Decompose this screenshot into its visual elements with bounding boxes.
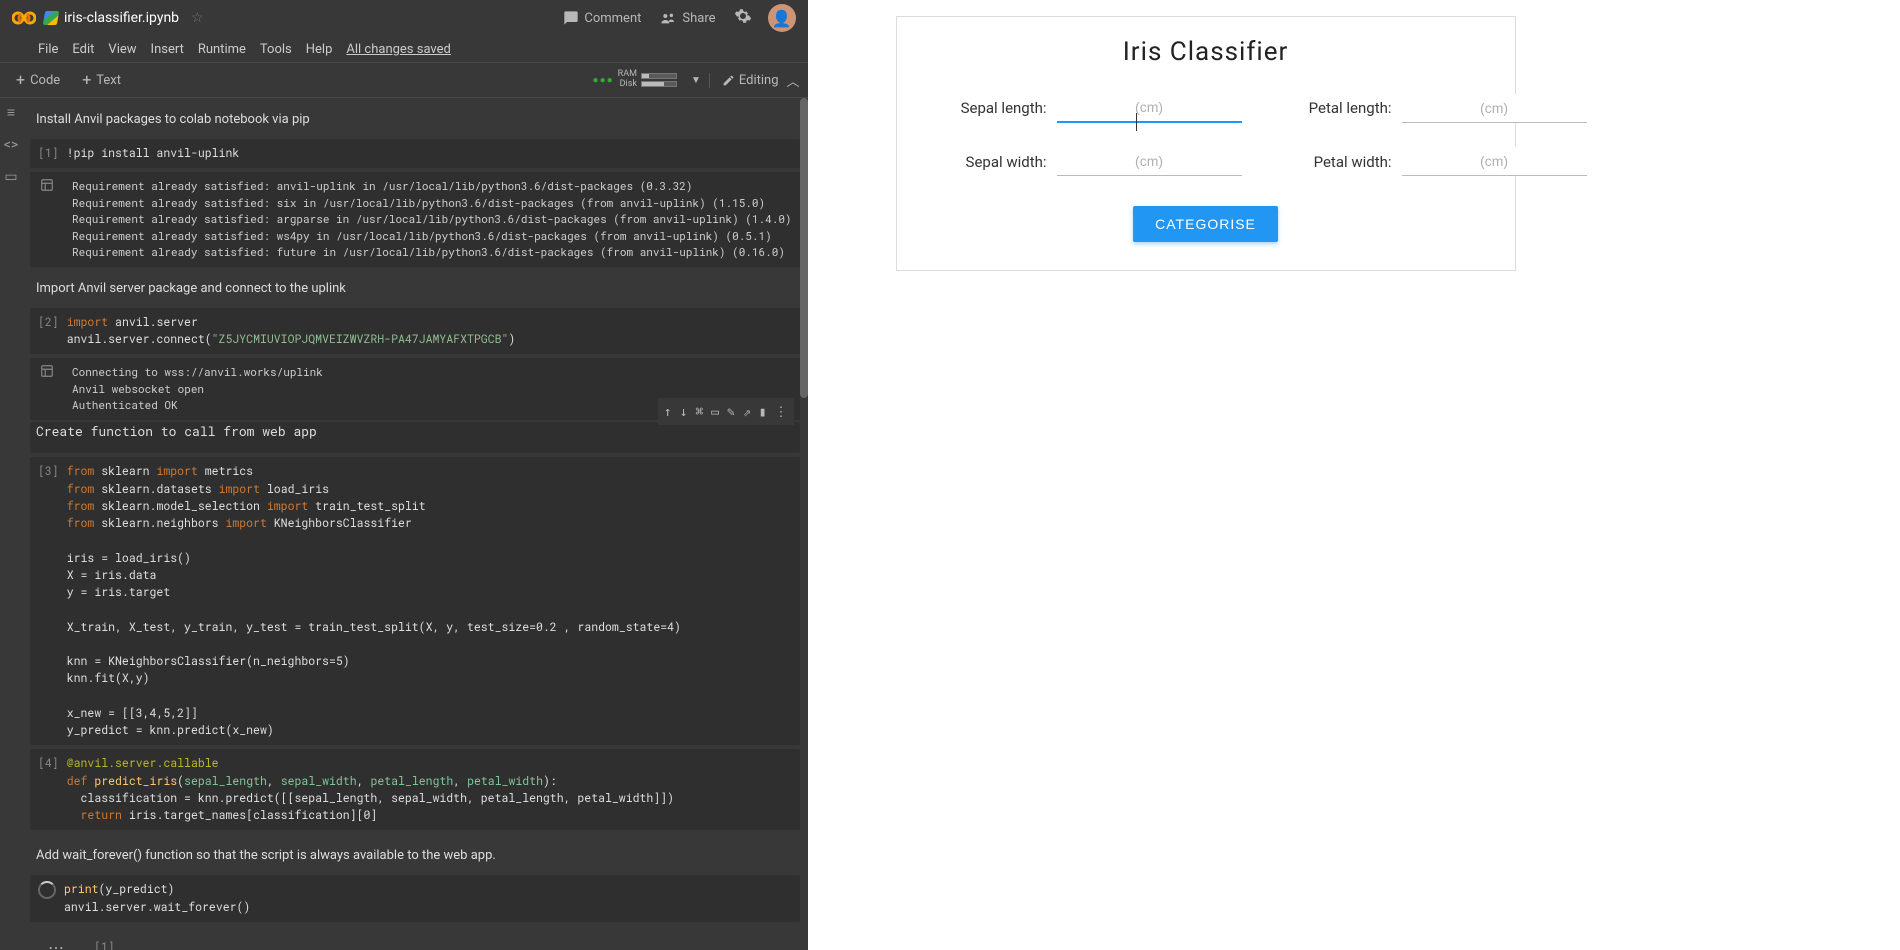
menu-runtime[interactable]: Runtime: [198, 42, 246, 57]
add-text-button[interactable]: +Text: [82, 72, 121, 88]
plus-icon: +: [82, 72, 91, 88]
code: print(y_predict) anvil.server.wait_forev…: [64, 875, 800, 922]
code: @anvil.server.callable def predict_iris(…: [67, 749, 800, 830]
scrollbar[interactable]: [800, 98, 808, 398]
sepal-length-input[interactable]: [1057, 93, 1242, 123]
user-avatar[interactable]: 👤: [768, 4, 796, 32]
cell-prompt: [1]: [30, 139, 67, 168]
notebook-name[interactable]: iris-classifier.ipynb: [64, 10, 179, 26]
snippets-icon[interactable]: <>: [4, 137, 18, 153]
toolbar: +Code +Text ●●● RAMDisk ▼ Editing ︿: [0, 62, 808, 98]
more-icon[interactable]: ⋮: [775, 402, 788, 422]
gear-icon: [734, 7, 752, 25]
menu-file[interactable]: File: [38, 42, 58, 57]
dropdown-icon[interactable]: ▼: [691, 75, 701, 86]
comment-cell-icon[interactable]: ▭: [711, 402, 719, 422]
code-cell-4[interactable]: [4]@anvil.server.callable def predict_ir…: [30, 749, 800, 830]
running-spinner[interactable]: [30, 875, 64, 922]
colab-logo: [12, 6, 36, 30]
more-actions[interactable]: ⋯: [30, 932, 84, 950]
code: import anvil.server anvil.server.connect…: [67, 308, 800, 355]
output-icon[interactable]: [40, 178, 54, 192]
plus-icon: +: [16, 72, 25, 88]
add-code-button[interactable]: +Code: [16, 72, 60, 88]
cell-prompt: [2]: [30, 308, 67, 355]
edit-cell-icon[interactable]: ✎: [727, 402, 735, 422]
move-down-icon[interactable]: ↓: [680, 402, 688, 422]
sepal-width-label: Sepal width:: [927, 153, 1047, 171]
move-up-icon[interactable]: ↑: [664, 402, 672, 422]
menu-tools[interactable]: Tools: [260, 42, 292, 57]
petal-length-label: Petal length:: [1272, 99, 1392, 117]
text-cell-1[interactable]: Install Anvil packages to colab notebook…: [30, 98, 800, 139]
editing-mode[interactable]: Editing: [709, 73, 779, 88]
text-cell-3[interactable]: Create function to call from web app: [30, 422, 800, 454]
text-cell-4[interactable]: Add wait_forever() function so that the …: [30, 834, 800, 875]
menu-bar: File Edit View Insert Runtime Tools Help…: [0, 36, 808, 62]
pencil-icon: [722, 74, 735, 87]
drive-icon: [43, 11, 59, 25]
colab-header: iris-classifier.ipynb ☆ Comment Share 👤: [0, 0, 808, 36]
cell-1-output: Requirement already satisfied: anvil-upl…: [30, 172, 800, 267]
menu-insert[interactable]: Insert: [151, 42, 184, 57]
save-status[interactable]: All changes saved: [346, 42, 451, 57]
collapse-button[interactable]: ︿: [787, 71, 800, 90]
meters: [641, 73, 677, 87]
status-dots: ●●●: [593, 75, 614, 86]
mirror-icon[interactable]: ⇗: [743, 402, 751, 422]
sepal-width-input[interactable]: [1057, 147, 1242, 176]
files-icon[interactable]: ▭: [4, 169, 17, 185]
categorise-button[interactable]: CATEGORISE: [1133, 206, 1278, 242]
sidebar-rail: ≡ <> ▭: [0, 98, 22, 950]
resource-monitor[interactable]: ●●● RAMDisk: [593, 70, 677, 90]
menu-view[interactable]: View: [108, 42, 136, 57]
petal-width-label: Petal width:: [1272, 153, 1392, 171]
cell-prompt: [4]: [30, 749, 67, 830]
iris-card: Iris Classifier Sepal length: Petal leng…: [896, 16, 1516, 271]
settings-button[interactable]: [734, 7, 752, 29]
petal-width-input[interactable]: [1402, 147, 1587, 176]
share-button[interactable]: Share: [659, 10, 715, 26]
code-cell-5[interactable]: print(y_predict) anvil.server.wait_forev…: [30, 875, 800, 922]
code: !pip install anvil-uplink: [67, 139, 800, 168]
text-cell-2[interactable]: Import Anvil server package and connect …: [30, 267, 800, 308]
cell-toolbar: ↑ ↓ ⌘ ▭ ✎ ⇗ ▮ ⋮: [658, 398, 794, 426]
comment-icon: [563, 10, 579, 26]
petal-length-input[interactable]: [1402, 94, 1587, 123]
menu-help[interactable]: Help: [306, 42, 333, 57]
toc-icon[interactable]: ≡: [7, 104, 15, 121]
code: from sklearn import metrics from sklearn…: [67, 457, 800, 745]
sepal-length-label: Sepal length:: [927, 99, 1047, 117]
output-icon[interactable]: [40, 364, 54, 378]
share-icon: [659, 10, 677, 26]
text-caret: [1136, 113, 1137, 131]
menu-edit[interactable]: Edit: [72, 42, 94, 57]
code-cell-3b[interactable]: [3]from sklearn import metrics from skle…: [30, 457, 800, 745]
delete-cell-icon[interactable]: ▮: [759, 402, 767, 422]
cell-prompt-last: [1]: [94, 940, 115, 950]
code-cell-1[interactable]: [1]!pip install anvil-uplink: [30, 139, 800, 168]
code-cell-2[interactable]: [2]import anvil.server anvil.server.conn…: [30, 308, 800, 355]
link-icon[interactable]: ⌘: [695, 402, 703, 422]
comment-button[interactable]: Comment: [563, 10, 641, 26]
cell-prompt: [3]: [30, 457, 67, 745]
code-cell-3[interactable]: ↑ ↓ ⌘ ▭ ✎ ⇗ ▮ ⋮ Create function to call …: [30, 422, 800, 454]
star-icon[interactable]: ☆: [191, 10, 204, 26]
app-title: Iris Classifier: [927, 37, 1485, 67]
